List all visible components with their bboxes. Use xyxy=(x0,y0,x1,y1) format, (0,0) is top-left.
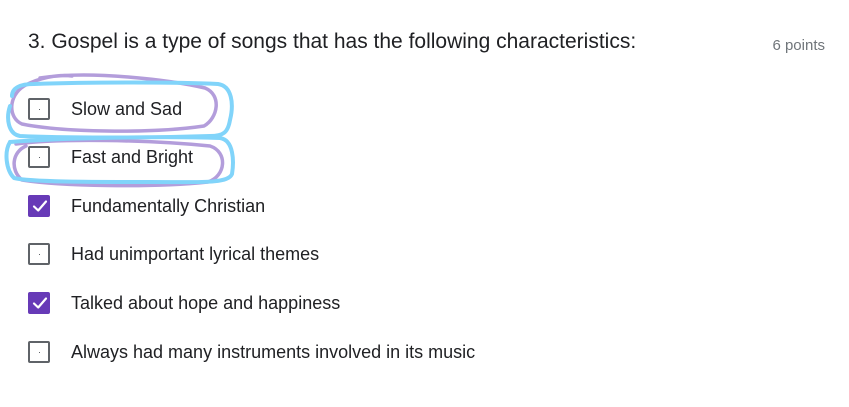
option-label: Fast and Bright xyxy=(71,146,194,167)
checkbox[interactable] xyxy=(28,243,50,265)
option-always-had-many-instruments[interactable]: Always had many instruments involved in … xyxy=(28,339,475,365)
option-label: Talked about hope and happiness xyxy=(71,292,341,313)
option-label: Had unimportant lyrical themes xyxy=(71,243,320,264)
option-fast-and-bright[interactable]: Fast and Bright xyxy=(28,144,193,170)
option-talked-about-hope-and-happiness[interactable]: Talked about hope and happiness xyxy=(28,290,340,316)
checkmark-icon xyxy=(32,200,48,212)
option-had-unimportant-lyrical-themes[interactable]: Had unimportant lyrical themes xyxy=(28,241,319,267)
checkmark-icon xyxy=(32,297,48,309)
option-slow-and-sad[interactable]: Slow and Sad xyxy=(28,96,182,122)
option-label: Always had many instruments involved in … xyxy=(71,341,476,362)
checkbox[interactable] xyxy=(28,98,50,120)
option-label: Fundamentally Christian xyxy=(71,195,266,216)
checkbox-checked[interactable] xyxy=(28,195,50,217)
checkbox-checked[interactable] xyxy=(28,292,50,314)
question-title: 3. Gospel is a type of songs that has th… xyxy=(28,30,637,53)
checkbox[interactable] xyxy=(28,146,50,168)
option-fundamentally-christian[interactable]: Fundamentally Christian xyxy=(28,193,265,219)
option-label: Slow and Sad xyxy=(71,98,183,119)
checkbox[interactable] xyxy=(28,341,50,363)
points-label: 6 points xyxy=(772,37,825,54)
